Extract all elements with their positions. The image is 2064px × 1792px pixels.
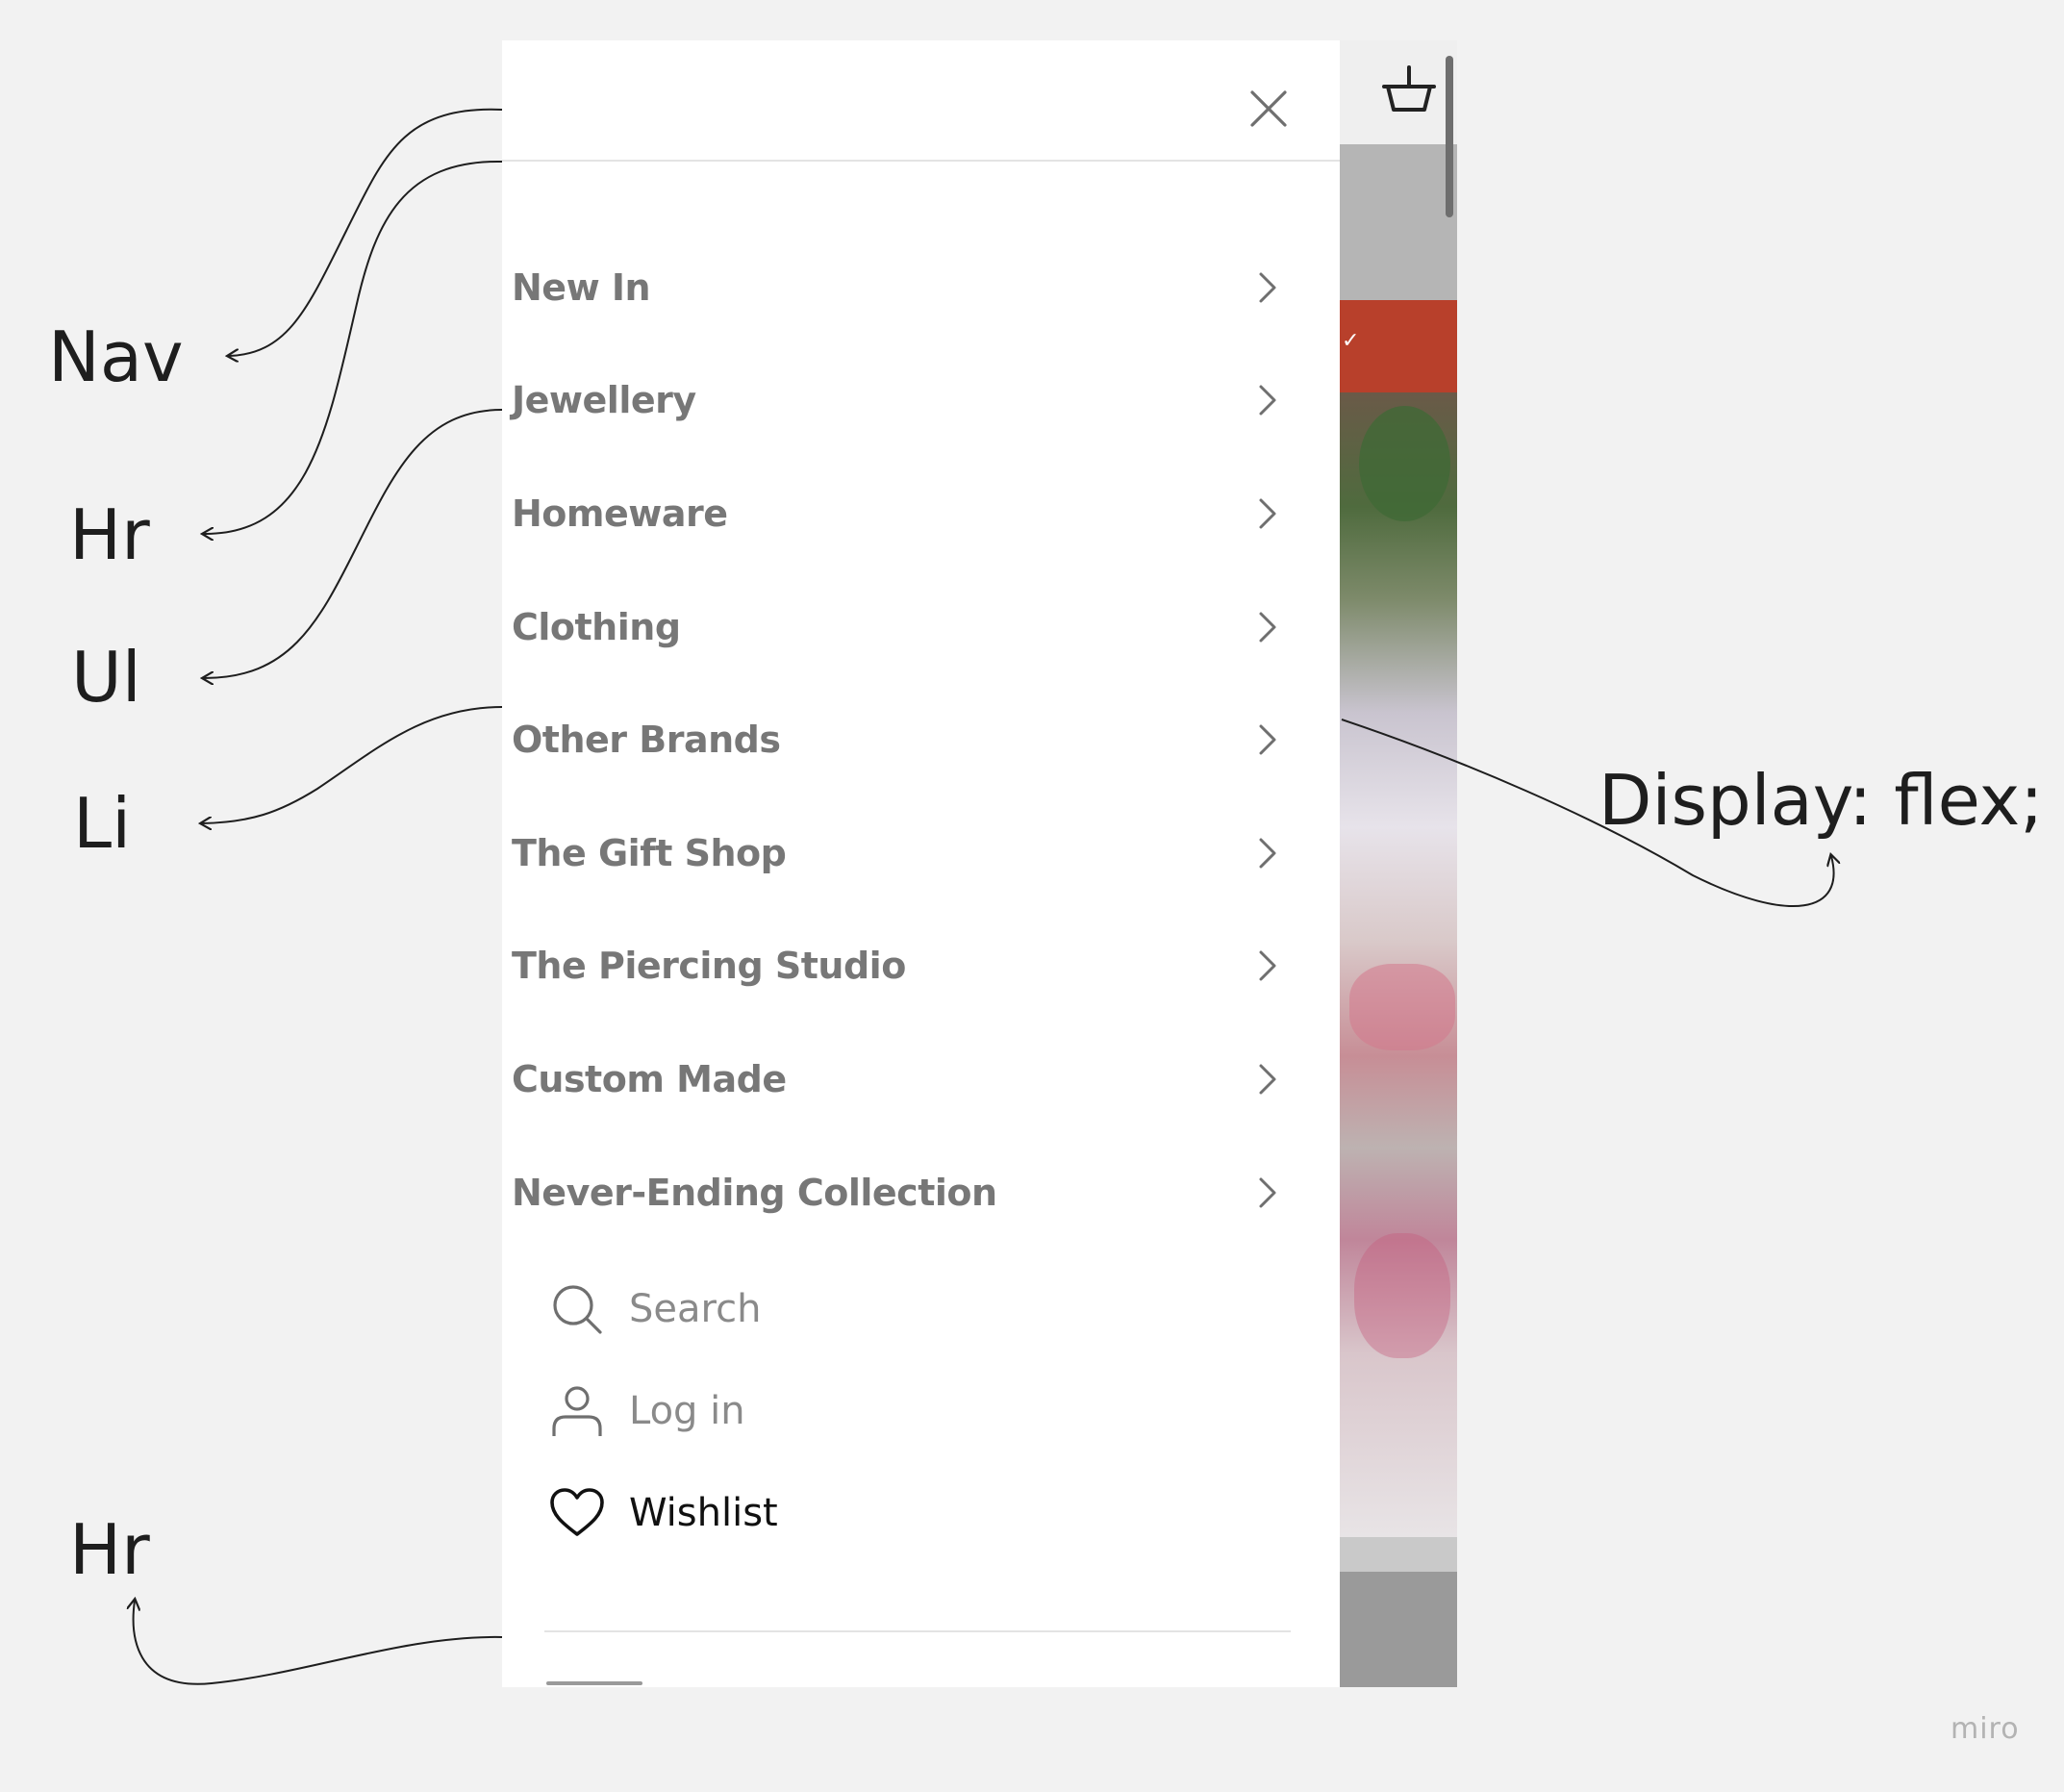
check-icon: ✓: [1342, 329, 1360, 353]
scrollbar[interactable]: [1446, 56, 1453, 217]
display-flex-annotation: Display: flex;: [1598, 760, 2044, 841]
ul-annotation: Ul: [71, 637, 141, 718]
photo-detail: [1349, 964, 1455, 1050]
nav-arrow: [229, 108, 503, 356]
menu-list: New In Jewellery Homeware Clothing Other…: [502, 231, 1340, 1249]
menu-item-homeware[interactable]: Homeware: [502, 457, 1340, 570]
li-annotation: Li: [73, 783, 132, 864]
menu-item-jewellery[interactable]: Jewellery: [502, 344, 1340, 458]
chevron-right-icon: [1259, 1177, 1276, 1208]
menu-item-label: Never-Ending Collection: [512, 1171, 997, 1214]
chevron-right-icon: [1259, 272, 1276, 303]
hr-bottom-annotation: Hr: [69, 1509, 150, 1590]
basket-icon: [1382, 65, 1436, 112]
search-icon: [553, 1285, 602, 1334]
miro-watermark: miro: [1951, 1712, 2020, 1746]
hr-top-annotation: Hr: [69, 494, 150, 575]
menu-item-custom-made[interactable]: Custom Made: [502, 1022, 1340, 1136]
menu-item-label: The Piercing Studio: [512, 945, 906, 988]
menu-item-label: The Gift Shop: [512, 831, 787, 874]
menu-item-label: Custom Made: [512, 1057, 787, 1100]
hr-top-arrow: [204, 160, 503, 534]
menu-item-label: New In: [512, 265, 651, 309]
user-icon: [552, 1386, 602, 1436]
nav-annotation: Nav: [48, 316, 184, 397]
menu-item-gift-shop[interactable]: The Gift Shop: [502, 796, 1340, 910]
photo-detail-2: [1354, 1233, 1450, 1358]
menu-item-piercing-studio[interactable]: The Piercing Studio: [502, 910, 1340, 1023]
chevron-right-icon: [1259, 724, 1276, 755]
chevron-right-icon: [1259, 612, 1276, 643]
chevron-right-icon: [1259, 838, 1276, 869]
photo-leaf: [1359, 406, 1450, 521]
search-label: Search: [629, 1287, 762, 1331]
login-link[interactable]: Log in: [548, 1360, 778, 1462]
nav-drawer: New In Jewellery Homeware Clothing Other…: [502, 40, 1340, 1687]
hr-bottom-arrow: [134, 1601, 503, 1685]
background-gray-band: [1340, 144, 1457, 300]
menu-item-never-ending-collection[interactable]: Never-Ending Collection: [502, 1136, 1340, 1249]
menu-item-label: Homeware: [512, 492, 728, 535]
li-arrow: [202, 706, 503, 823]
utility-list: Search Log in Wishlist: [548, 1258, 778, 1564]
menu-item-other-brands[interactable]: Other Brands: [502, 683, 1340, 796]
chevron-right-icon: [1259, 1064, 1276, 1095]
login-label: Log in: [629, 1389, 745, 1433]
close-icon[interactable]: [1243, 83, 1295, 135]
top-divider: [502, 160, 1340, 162]
ul-arrow: [204, 409, 503, 678]
menu-item-new-in[interactable]: New In: [502, 231, 1340, 344]
menu-item-label: Clothing: [512, 605, 681, 648]
menu-item-label: Other Brands: [512, 719, 781, 762]
bottom-divider: [544, 1630, 1291, 1632]
wishlist-link[interactable]: Wishlist: [548, 1462, 778, 1564]
chevron-right-icon: [1259, 385, 1276, 416]
chevron-right-icon: [1259, 950, 1276, 981]
heart-icon: [550, 1488, 604, 1536]
chevron-right-icon: [1259, 498, 1276, 529]
search-link[interactable]: Search: [548, 1258, 778, 1360]
cropped-text: [546, 1676, 642, 1687]
menu-item-clothing[interactable]: Clothing: [502, 570, 1340, 684]
background-footer: [1340, 1572, 1457, 1687]
background-page: ✓: [1340, 40, 1457, 1687]
menu-item-label: Jewellery: [512, 379, 696, 422]
background-footer-band: [1340, 1537, 1457, 1572]
wishlist-label: Wishlist: [629, 1491, 778, 1535]
